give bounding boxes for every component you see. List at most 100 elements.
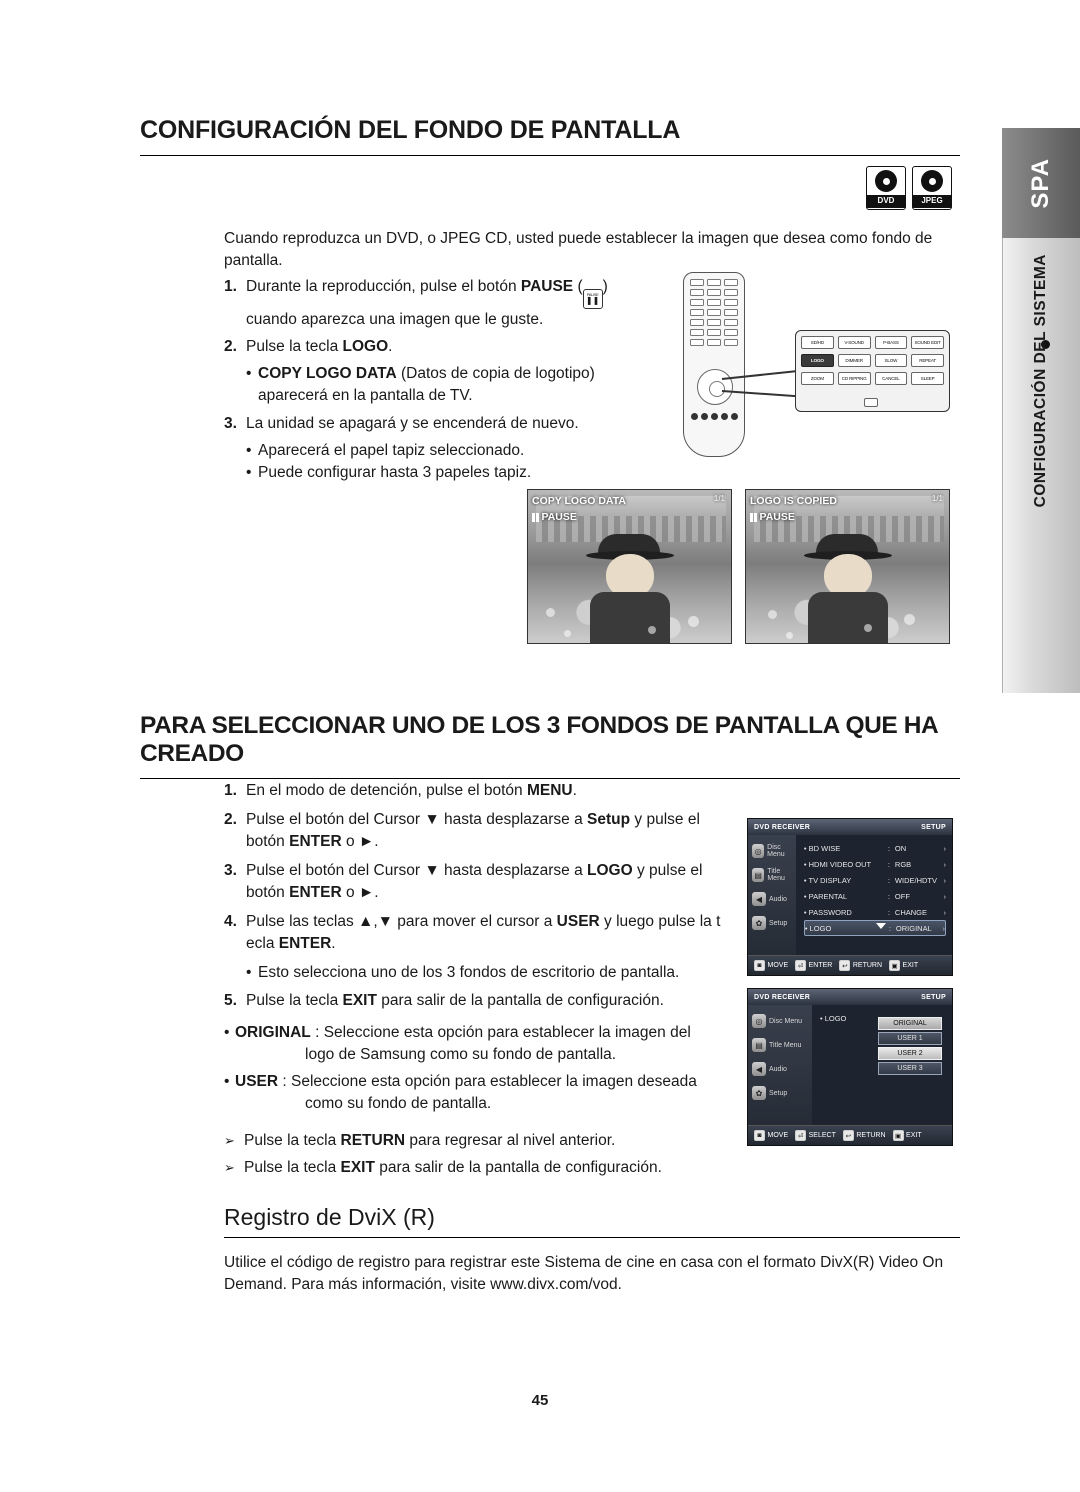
osd1-footer-enter[interactable]: ⏎ ENTER [795,960,832,971]
osd1-header-left: DVD RECEIVER [754,823,811,831]
osd2-option-user-2[interactable]: USER 2 [878,1047,942,1060]
osd2-sidebar-item-setup[interactable]: ✿ Setup [748,1081,812,1105]
note-return-post: para regresar al nivel anterior. [405,1132,616,1149]
photo-2-corner: 1/1 [931,494,943,503]
select-step-2-l2-0: botón [246,833,290,850]
osd1-sidebar-item-title-menu[interactable]: ▤ Title Menu [748,863,796,887]
bullet-icon: • [246,464,252,481]
osd1-sidebar-item-audio[interactable]: ◀ Audio [748,887,796,911]
enter-key-icon: ⏎ [795,960,807,971]
disc-format-icons: DVD JPEG [866,166,952,210]
osd2-option-user-3[interactable]: USER 3 [878,1062,942,1075]
osd2-footer-return[interactable]: ↩ RETURN [842,1130,886,1141]
osd1-footer: ◙ MOVE ⏎ ENTER ↩ RETURN ▣ EXIT [748,955,952,975]
setup-gear-icon: ✿ [752,916,766,930]
disc-menu-icon: ◎ [752,844,765,858]
callout-key-zoom: ZOOM [801,372,834,385]
photo-1-corner: 1/1 [713,494,725,503]
osd1-row-parental[interactable]: • PARENTAL: OFF › [804,888,946,904]
option-original-line2: logo de Samsung como su fondo de pantall… [305,1046,617,1063]
osd1-row-hdmi-video-out[interactable]: • HDMI VIDEO OUT: RGB › [804,856,946,872]
osd1-footer-return[interactable]: ↩ RETURN [839,960,882,971]
select-step-4-sub-text: Esto selecciona uno de los 3 fondos de e… [258,964,680,981]
select-step-1-part-0: En el modo de detención, pulse el botón [246,782,527,799]
osd1-sidebar: ◎ Disc Menu ▤ Title Menu ◀ Audio ✿ Setup [748,835,796,955]
select-step-3-part-0: Pulse el botón del Cursor ▼ hasta despla… [246,862,588,879]
chevron-right-icon: › [943,875,947,885]
chevron-right-icon: › [943,843,947,853]
select-step-3-l2-1: ENTER [289,884,342,901]
select-step-2-part-0: Pulse el botón del Cursor ▼ hasta despla… [246,811,588,828]
select-step-5-part-0: Pulse la tecla [246,992,343,1009]
wallpaper-options: • ORIGINAL : Seleccione esta opción para… [224,1022,734,1120]
step-3: 3. La unidad se apagará y se encenderá d… [224,413,694,435]
osd1-row-password[interactable]: • PASSWORD: CHANGE › [804,904,946,920]
osd2-option-user-1[interactable]: USER 1 [878,1032,942,1045]
select-step-4-part-1: USER [556,913,600,930]
osd1-footer-move[interactable]: ◙ MOVE [754,960,788,971]
select-step-4-l2-0: ecla [246,935,279,952]
step-1-bold: PAUSE [520,278,574,295]
section-title-divx: Registro de DviX (R) [224,1204,960,1238]
select-step-4-l2-1: ENTER [278,935,332,952]
jpeg-disc-icon-label: JPEG [913,195,951,208]
bullet-icon: • [224,1073,230,1090]
step-2-number: 2. [224,338,237,355]
osd2-sidebar-item-title-menu[interactable]: ▤ Title Menu [748,1033,812,1057]
select-step-5-number: 5. [224,992,237,1009]
osd1-sidebar-item-disc-menu[interactable]: ◎ Disc Menu [748,839,796,863]
chevron-right-icon: › [943,891,947,901]
select-step-5: 5. Pulse la tecla EXIT para salir de la … [224,990,724,1012]
title-menu-icon: ▤ [752,868,765,882]
note-exit: ➢ Pulse la tecla EXIT para salir de la p… [224,1157,784,1179]
arrow-icon: ➢ [224,1133,235,1148]
callout-key-pbass: P-BASS [874,336,908,349]
osd2-header-right: SETUP [921,993,946,1001]
select-step-5-part-2: para salir de la pantalla de configuraci… [376,992,664,1009]
select-step-2-part-2: y pulse el [630,811,700,828]
side-tab-section-label: CONFIGURACIÓN DEL SISTEMA [1032,254,1049,508]
step-3-text: La unidad se apagará y se encenderá de n… [246,415,579,432]
osd2-sidebar-item-disc-menu[interactable]: ◎ Disc Menu [748,1009,812,1033]
step-2-sub-1-line2: aparecerá en la pantalla de TV. [258,387,473,404]
return-key-icon: ↩ [842,1130,854,1141]
intro-paragraph: Cuando reproduzca un DVD, o JPEG CD, ust… [224,230,933,269]
osd1-footer-exit[interactable]: ▣ EXIT [889,960,918,971]
osd1-row-tv-display[interactable]: • TV DISPLAY: WIDE/HDTV › [804,872,946,888]
select-step-2-number: 2. [224,811,237,828]
select-step-3-l2-0: botón [246,884,290,901]
disc-menu-icon: ◎ [752,1014,766,1028]
side-tab-language-label: SPA [1027,157,1054,209]
osd1-row-bd-wise[interactable]: • BD WISE: ON › [804,840,946,856]
move-key-icon: ◙ [754,960,765,971]
callout-key-repeat: REPEAT [911,354,944,367]
osd1-row-logo[interactable]: • LOGO: ORIGINAL › [803,920,946,936]
photo-2-line2: PAUSE [759,511,795,523]
osd2-sidebar-item-audio[interactable]: ◀ Audio [748,1057,812,1081]
callout-row-1: SD/HD V-SOUND P-BASS SOUND EDIT [796,336,949,349]
osd2-footer-exit[interactable]: ▣ EXIT [892,1130,922,1141]
select-step-3-part-2: y pulse el [632,862,703,879]
step-3-sub-1-text: Aparecerá el papel tapiz seleccionado. [258,442,525,459]
select-step-4: 4. Pulse las teclas ▲,▼ para mover el cu… [224,911,724,955]
photo-2-line1: LOGO IS COPIED [750,495,837,507]
osd2-footer-select[interactable]: ⏎ SELECT [795,1130,836,1141]
step-2-sub-1-bold: COPY LOGO DATA [258,365,397,382]
photo-1-line1: COPY LOGO DATA [532,495,626,507]
note-return-bold: RETURN [340,1132,406,1149]
osd2-option-original[interactable]: ORIGINAL [878,1017,942,1030]
chevron-right-icon: › [943,859,947,869]
select-step-2-l2-1: ENTER [289,833,342,850]
bullet-icon: • [224,1024,230,1041]
osd1-sidebar-item-setup[interactable]: ✿ Setup [748,911,796,935]
step-2: 2. Pulse la tecla LOGO. [224,336,694,358]
return-key-icon: ↩ [839,960,851,971]
callout-row-3: ZOOM CD RIPPING CANCEL SLEEP [796,372,949,385]
step-3-sub-1: • Aparecerá el papel tapiz seleccionado. [224,440,694,462]
select-step-4-part-0: Pulse las teclas ▲,▼ para mover el curso… [246,913,557,930]
step-2-sub-1: • COPY LOGO DATA (Datos de copia de logo… [224,363,694,407]
osd2-footer-move[interactable]: ◙ MOVE [754,1130,788,1141]
select-step-2: 2. Pulse el botón del Cursor ▼ hasta des… [224,809,724,853]
bullet-icon: • [246,365,252,382]
option-original-label: ORIGINAL [235,1024,311,1041]
